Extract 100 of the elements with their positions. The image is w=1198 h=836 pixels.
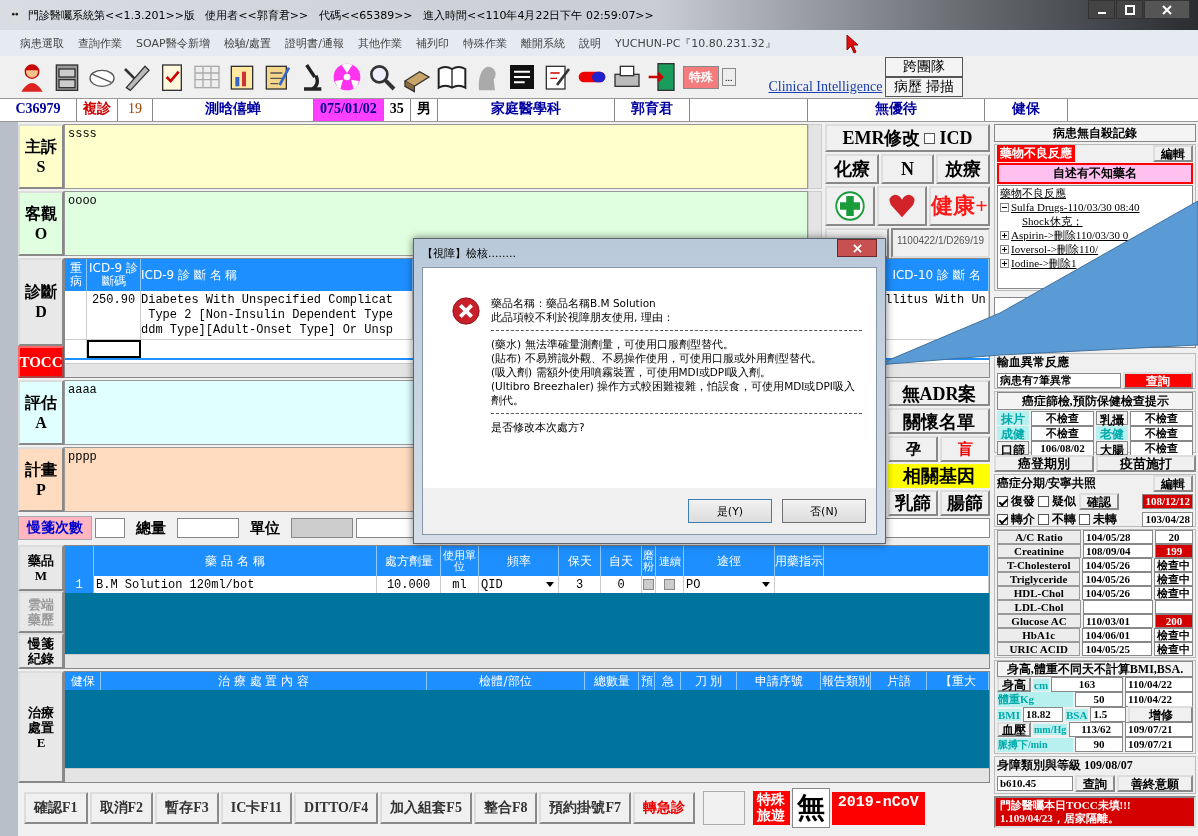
group-title: 身障類別與等級 109/08/07: [997, 757, 1133, 774]
status-badge: 無: [791, 788, 830, 828]
window-title: 門診醫囑系統第<<1.3.201>>版 使用者<<郭育君>> 代碼<<65389>> 進入時間<<110年4月22日下午 02:59:07>>: [28, 7, 654, 23]
sdm-code: 1100422/1/D269/19: [891, 228, 990, 258]
column-header: 【重大: [927, 672, 989, 690]
birth-date: 075/01/02: [314, 99, 384, 121]
days-cell: 3: [559, 576, 601, 593]
screening-value: 不檢查: [1031, 411, 1094, 426]
column-header: 保天: [559, 546, 601, 576]
lab-value: 檢查中: [1154, 586, 1193, 600]
column-header: 途徑: [684, 546, 775, 576]
bp-value: 113/62: [1069, 722, 1123, 737]
bmi-label: BMI: [997, 708, 1021, 721]
chronic-count-label: 慢箋次數: [18, 516, 92, 540]
unit-label: cm: [1033, 678, 1050, 691]
checkbox-label: 轉介: [1011, 511, 1035, 528]
screening-value: 不檢查: [1130, 411, 1193, 426]
lab-value: 檢查中: [1154, 642, 1193, 656]
column-header: 頻率: [479, 546, 559, 576]
checkbox-label: 未轉: [1093, 511, 1117, 528]
column-header: 片語: [871, 672, 927, 690]
bsa-label: BSA: [1065, 708, 1089, 721]
pulse-label: 脈搏下/min: [997, 737, 1073, 752]
adr-note: 自述有不知藥名: [997, 163, 1193, 184]
suicide-record: 病患無自殺記錄: [994, 124, 1196, 142]
screening-label: 抹片: [997, 411, 1029, 425]
ncov-badge: 2019-nCoV: [831, 791, 925, 825]
disability-code: b610.45: [997, 776, 1073, 791]
visit-type: 複診: [77, 99, 118, 121]
column-header: 用藥指示: [775, 546, 824, 576]
bsa-value: 1.5: [1090, 707, 1127, 722]
group-title: 藥物不良反應: [997, 145, 1075, 162]
lab-date: 104/05/25: [1082, 642, 1152, 656]
weight-label: 體重Kg: [997, 692, 1073, 707]
chart-number: C36979: [0, 99, 77, 121]
screening-label: 老健: [1096, 426, 1128, 440]
vitals-note: 身高,體重不同天不計算BMI,BSA.: [997, 661, 1193, 677]
lab-date: 110/03/01: [1083, 614, 1153, 628]
patient-sex: 男: [410, 99, 438, 121]
group-title: 癌症分期/安寧共照: [997, 475, 1097, 492]
weight-value: 50: [1075, 692, 1123, 707]
reason-text: (貼布) 不易辨識外觀、不易操作使用，可使用口服或外用劑型替代。: [491, 351, 823, 365]
column-header: ICD-9 診 斷 名 稱: [141, 259, 413, 291]
bmi-value: 18.82: [1023, 707, 1063, 722]
screening-value: 不檢查: [1130, 426, 1193, 441]
department: 家庭醫學科: [437, 99, 615, 121]
column-header: 健保: [65, 672, 101, 690]
lab-value: 檢查中: [1154, 572, 1193, 586]
column-header: 連續: [656, 546, 684, 576]
dose-cell: 10.000: [377, 576, 441, 593]
pulse-value: 90: [1075, 737, 1123, 752]
lab-value: 199: [1155, 544, 1193, 558]
checkbox-label: 復發: [1011, 493, 1035, 510]
date-field: 109/07/21: [1125, 722, 1193, 737]
checkbox-label: 不轉: [1052, 511, 1076, 528]
column-header: ICD-9 診斷碼: [87, 259, 141, 291]
date-field: 108/12/12: [1142, 494, 1193, 509]
reason-text: (Ultibro Breezhaler) 操作方式較困難複雜，怕誤食，可使用MDI或DPI吸入劑代。: [491, 379, 856, 407]
total-label: 總量: [134, 518, 167, 538]
insurance-type: 健保: [984, 99, 1068, 121]
screening-label: 成健: [997, 426, 1029, 440]
drug-name: B.M Solution 120ml/bot: [94, 576, 377, 593]
discount-type: 無優待: [807, 99, 985, 121]
column-header: 自天: [601, 546, 642, 576]
column-header: 治 療 處 置 內 容: [101, 672, 427, 690]
column-header: 刀 別: [681, 672, 737, 690]
column-header: 報告類別: [821, 672, 871, 690]
lab-date: 104/05/26: [1082, 558, 1152, 572]
travel-badge: 特殊旅遊: [753, 791, 790, 825]
diagnosis-name: Diabetes With Unspecified Complicat: [141, 292, 394, 308]
column-header: 急: [655, 672, 681, 690]
lab-value: 檢查中: [1154, 628, 1193, 642]
dialog-question: 是否修改本次處方?: [491, 420, 586, 434]
column-header: 申請序號: [737, 672, 821, 690]
column-header: 藥 品 名 稱: [94, 546, 377, 576]
column-header: 檢體/部位: [427, 672, 585, 690]
lab-value: 20: [1155, 530, 1193, 544]
column-header: 預: [639, 672, 655, 690]
unit-label: mm/Hg: [1033, 724, 1068, 735]
screening-title: 癌症篩檢,預防保健檢查提示: [997, 392, 1193, 410]
self-days-cell: 0: [601, 576, 642, 593]
visit-count: 19: [118, 99, 153, 121]
patient-age: 35: [383, 99, 411, 121]
screening-value: 不檢查: [1031, 426, 1094, 441]
column-header: 總數量: [585, 672, 639, 690]
dialog-text: 藥品名稱：藥品名稱B.M Solution: [491, 296, 657, 310]
unit-label: 單位: [249, 518, 281, 538]
date-field: 110/04/22: [1125, 677, 1193, 692]
lab-date: 108/09/04: [1083, 544, 1153, 558]
lab-date: 104/05/28: [1083, 530, 1153, 544]
unit-cell: ml: [441, 576, 479, 593]
column-header: 磨粉: [642, 546, 656, 576]
reason-text: (吸入劑) 需額外使用噴霧裝置，可使用MDI或DPI吸入劑。: [491, 365, 773, 379]
transfusion-status: 病患有7筆異常: [997, 373, 1121, 388]
diagnosis-name: ddm Type][Adult-Onset Type] Or Unsp: [141, 322, 394, 338]
date-field: 109/07/21: [1125, 737, 1193, 752]
date-field: 103/04/28: [1142, 512, 1193, 527]
lab-date: 104/05/26: [1082, 586, 1152, 600]
diagnosis-name: Type 2 [Non-Insulin Dependent Type: [147, 307, 394, 323]
lab-date: 104/05/26: [1082, 572, 1152, 586]
